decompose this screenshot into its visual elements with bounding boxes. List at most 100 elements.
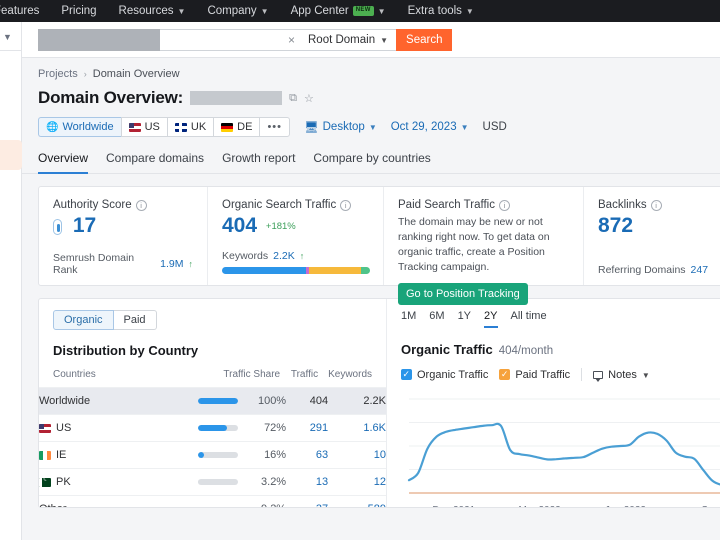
card-backlinks: Backlinks i 872 Referring Domains 247 (583, 187, 720, 285)
chart-legend: Organic Traffic Paid Traffic Notes ▼ (401, 368, 720, 381)
card-title: Organic Search Traffic (222, 199, 336, 211)
table-row[interactable]: US72%2911.6K (39, 415, 386, 442)
nav-item-pricing[interactable]: Pricing (50, 0, 107, 22)
range-2y[interactable]: 2Y (484, 310, 497, 328)
traffic-share-bar (198, 479, 238, 485)
divider (0, 50, 21, 51)
table-row[interactable]: Worldwide100%4042.2K (39, 388, 386, 415)
nav-item-resources[interactable]: Resources ▼ (108, 0, 197, 22)
metric-cards: Authority Score i 17 Semrush Domain Rank… (38, 186, 720, 286)
keyword-bar-segment-0 (222, 267, 306, 274)
note-icon (593, 371, 603, 379)
location-more[interactable]: ••• (259, 117, 290, 137)
organic-traffic-panel: 1M 6M 1Y 2Y All time Organic Traffic 404… (387, 299, 720, 507)
chevron-down-icon: ▼ (466, 8, 474, 16)
chevron-down-icon: ▼ (261, 8, 269, 16)
location-uk[interactable]: UK (167, 117, 213, 137)
tab-compare-domains[interactable]: Compare domains (106, 151, 204, 174)
traffic-type-toggle: Organic Paid (53, 310, 386, 330)
legend-organic-traffic[interactable]: Organic Traffic (401, 369, 488, 381)
left-sidebar-rail: ▼ (0, 22, 22, 540)
range-all-time[interactable]: All time (511, 310, 547, 328)
close-icon[interactable]: × (288, 34, 295, 46)
table-row[interactable]: Other9.2%37589 (39, 496, 386, 508)
organic-traffic-title: Organic Traffic (401, 342, 493, 357)
filter-row: 🌐 Worldwide US UK DE (38, 117, 720, 137)
sidebar-active-indicator[interactable] (0, 140, 22, 170)
tab-compare-by-countries[interactable]: Compare by countries (313, 151, 430, 174)
notes-dropdown[interactable]: Notes ▼ (593, 369, 650, 381)
cell-country: US (39, 415, 156, 442)
referring-domains-value: 247 (691, 264, 709, 276)
flag-us-icon (129, 123, 141, 132)
authority-score-value: 17 (73, 214, 96, 237)
location-us[interactable]: US (121, 117, 167, 137)
favorite-star-icon[interactable]: ☆ (304, 92, 314, 105)
domain-rank-label: Semrush Domain Rank (53, 252, 155, 276)
chevron-down-icon: ▼ (378, 8, 386, 16)
table-row[interactable]: IE16%6310 (39, 442, 386, 469)
chevron-down-icon[interactable]: ▼ (3, 32, 12, 42)
range-1m[interactable]: 1M (401, 310, 416, 328)
cell-traffic-share-bar (156, 388, 238, 415)
nav-item-features[interactable]: Features (0, 0, 50, 22)
breadcrumb: Projects › Domain Overview (38, 68, 720, 80)
flag-uk-icon (175, 123, 187, 132)
toggle-paid[interactable]: Paid (114, 310, 157, 330)
search-button[interactable]: Search (396, 29, 452, 51)
external-link-icon[interactable]: ⧉ (289, 92, 297, 105)
location-filter-group: 🌐 Worldwide US UK DE (38, 117, 290, 137)
nav-item-company[interactable]: Company ▼ (196, 0, 279, 22)
x-axis-tick-label: Dec 2021 (432, 505, 475, 508)
distribution-panel: Organic Paid Distribution by Country Cou… (39, 299, 387, 507)
legend-paid-traffic[interactable]: Paid Traffic (499, 369, 570, 381)
tab-bar: Overview Compare domains Growth report C… (22, 151, 720, 174)
cell-keywords: 2.2K (328, 388, 386, 415)
column-countries: Countries (39, 369, 156, 388)
cell-traffic-share-pct: 9.2% (238, 496, 286, 508)
range-1y[interactable]: 1Y (458, 310, 471, 328)
breadcrumb-projects[interactable]: Projects (38, 68, 78, 80)
traffic-share-fill (198, 398, 238, 404)
info-icon[interactable]: i (340, 200, 351, 211)
cell-traffic: 291 (286, 415, 328, 442)
country-name: Worldwide (39, 395, 90, 407)
nav-item-extra-tools[interactable]: Extra tools ▼ (397, 0, 485, 22)
device-selector[interactable]: 🖥 Desktop ▼ (304, 120, 377, 134)
card-title: Backlinks (598, 199, 647, 211)
paid-empty-state-text: The domain may be new or not ranking rig… (398, 215, 569, 275)
country-name: IE (56, 449, 66, 461)
info-icon[interactable]: i (136, 200, 147, 211)
tab-overview[interactable]: Overview (38, 151, 88, 174)
table-row[interactable]: PK3.2%1312 (39, 469, 386, 496)
toggle-organic[interactable]: Organic (53, 310, 114, 330)
checkbox-checked-icon[interactable] (499, 369, 510, 380)
organic-traffic-value-row: 404 +181% (222, 215, 369, 237)
range-6m[interactable]: 6M (429, 310, 444, 328)
location-worldwide[interactable]: 🌐 Worldwide (38, 117, 121, 137)
device-label: Desktop (323, 121, 365, 133)
country-name: US (56, 422, 71, 434)
cell-traffic-share-bar (156, 469, 238, 496)
currency-label: USD (483, 121, 507, 133)
location-de[interactable]: DE (213, 117, 259, 137)
cell-traffic-share-pct: 100% (238, 388, 286, 415)
date-selector[interactable]: Oct 29, 2023 ▼ (391, 121, 469, 133)
nav-item-app-center[interactable]: App Center NEW ▼ (280, 0, 397, 22)
info-icon[interactable]: i (651, 200, 662, 211)
keywords-block: Keywords 2.2K ↑ (222, 250, 369, 285)
search-scope-dropdown[interactable]: Root Domain ▼ (300, 29, 396, 51)
tab-growth-report[interactable]: Growth report (222, 151, 295, 174)
date-label: Oct 29, 2023 (391, 121, 457, 133)
search-input-redacted[interactable] (38, 29, 160, 51)
info-icon[interactable]: i (499, 200, 510, 211)
organic-traffic-line (409, 424, 720, 486)
authority-footer: Semrush Domain Rank 1.9M ↑ (53, 252, 193, 285)
cell-traffic: 63 (286, 442, 328, 469)
search-input[interactable]: × (160, 29, 300, 51)
chart-svg (401, 391, 720, 503)
country-name: PK (56, 476, 71, 488)
nav-item-label: Extra tools (408, 5, 462, 17)
globe-icon: 🌐 (46, 122, 58, 133)
checkbox-checked-icon[interactable] (401, 369, 412, 380)
